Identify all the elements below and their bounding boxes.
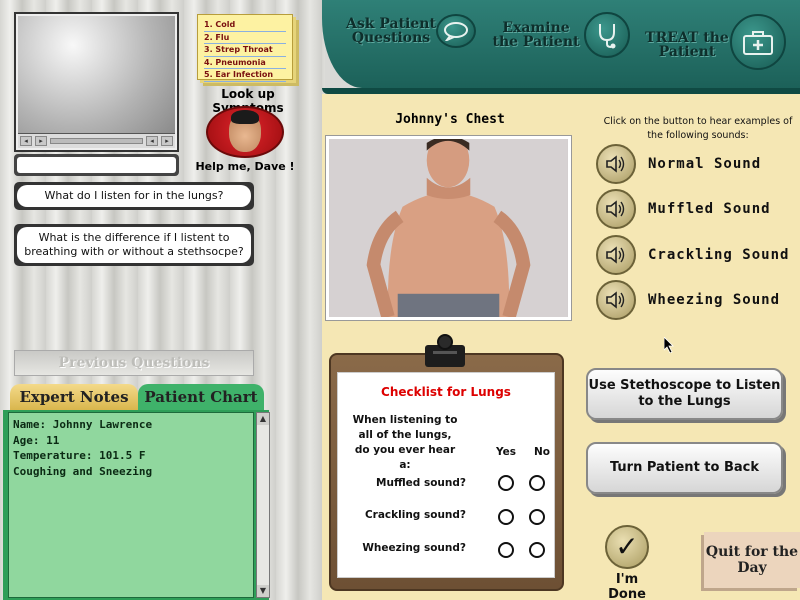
examine-patient-label: Examine the Patient [492,20,580,50]
speaker-icon[interactable] [596,235,636,275]
checklist-title: Checklist for Lungs [381,385,511,399]
sound-label: Crackling Sound [648,247,790,263]
notes-scrollbar[interactable]: ▲ ▼ [256,412,270,598]
crackling-yes-radio[interactable] [498,509,514,525]
checklist-item-wheezing: Wheezing sound? [362,542,466,554]
help-dave-label[interactable]: Help me, Dave ! [190,160,300,173]
symptom-item: 1. Cold [204,19,286,32]
scroll-up-icon[interactable]: ▲ [257,413,269,425]
wheezing-sound-button[interactable]: Wheezing Sound [596,280,780,320]
question-text-2: What is the difference if I listent to b… [17,227,251,263]
patient-chest-photo [326,136,571,320]
muffled-sound-button[interactable]: Muffled Sound [596,189,771,229]
tab-patient-chart[interactable]: Patient Chart [138,384,264,410]
done-button[interactable]: ✓ I'm Done [596,525,658,600]
ask-questions-label: Ask Patient Questions [346,16,436,46]
checklist-paper: Checklist for Lungs When listening to al… [337,372,555,578]
notes-body: Name: Johnny Lawrence Age: 11 Temperatur… [3,410,270,600]
crackling-no-radio[interactable] [529,509,545,525]
no-column-label: No [534,446,551,458]
symptoms-notepad[interactable]: 1. Cold 2. Flu 3. Strep Throat 4. Pneumo… [197,14,293,82]
checklist-item-muffled: Muffled sound? [376,477,466,489]
checklist-question: When listening to all of the lungs, do y… [352,414,458,471]
speaker-icon[interactable] [596,280,636,320]
speaker-icon[interactable] [596,144,636,184]
mouse-cursor-icon [664,337,674,353]
chart-line: Age: 11 [13,433,60,447]
quit-button[interactable]: Quit for the Day [704,532,800,588]
use-stethoscope-button[interactable]: Use Stethoscope to Listen to the Lungs [586,368,783,420]
step-back-icon[interactable]: ◂ [146,136,158,146]
treat-patient-button[interactable]: TREAT the Patient [644,14,786,70]
video-progress-track[interactable] [50,138,143,144]
done-label: I'm Done [608,572,646,600]
crackling-sound-button[interactable]: Crackling Sound [596,235,789,275]
sound-label: Muffled Sound [648,201,771,217]
sound-label: Wheezing Sound [648,292,781,308]
chart-line: Name: Johnny Lawrence [13,418,153,431]
sound-label: Normal Sound [648,156,762,172]
medical-kit-icon [730,14,786,70]
video-screen [18,16,175,134]
examine-patient-button[interactable]: Examine the Patient [488,12,630,58]
dave-avatar [229,110,261,152]
treat-patient-label: TREAT the Patient [645,30,729,60]
muffled-no-radio[interactable] [529,475,545,491]
symptom-item: 2. Flu [204,32,286,44]
scroll-down-icon[interactable]: ▼ [257,585,269,597]
play-icon[interactable]: ▸ [35,136,47,146]
video-controls[interactable]: ◂ ▸ ◂ ▸ [18,134,175,148]
wheezing-no-radio[interactable] [529,542,545,558]
chest-title: Johnny's Chest [395,112,505,127]
speech-bubble-icon [436,14,476,48]
step-forward-icon[interactable]: ▸ [161,136,173,146]
ask-questions-button[interactable]: Ask Patient Questions [346,14,476,48]
question-button-1[interactable]: What do I listen for in the lungs? [14,182,254,210]
yes-column-label: Yes [496,446,517,458]
symptom-item: 3. Strep Throat [204,44,286,57]
symptom-item: 5. Ear Infection [204,69,286,82]
checklist-item-crackling: Crackling sound? [364,509,466,521]
clipboard-clip-icon [425,334,465,367]
chart-line: Temperature: 101.5 F [13,449,146,462]
question-text-1: What do I listen for in the lungs? [17,185,251,207]
muffled-yes-radio[interactable] [498,475,514,491]
tab-expert-notes[interactable]: Expert Notes [10,384,138,410]
checkmark-icon: ✓ [605,525,649,569]
patient-chart-text: Name: Johnny Lawrence Age: 11 Temperatur… [8,412,254,598]
volume-icon[interactable]: ◂ [20,136,32,146]
wheezing-yes-radio[interactable] [498,542,514,558]
caption-bar [14,154,179,176]
sound-instructions: Click on the button to hear examples of … [603,116,793,141]
normal-sound-button[interactable]: Normal Sound [596,144,761,184]
stethoscope-icon [584,12,630,58]
help-dave-button[interactable] [206,106,284,158]
speaker-icon[interactable] [596,189,636,229]
symptom-item: 4. Pneumonia [204,57,286,69]
previous-questions-button[interactable]: Previous Questions [14,350,254,376]
chart-line: Coughing and Sneezing [13,464,153,478]
notes-panel: Expert Notes Patient Chart Name: Johnny … [0,384,270,600]
question-button-2[interactable]: What is the difference if I listent to b… [14,224,254,266]
turn-patient-button[interactable]: Turn Patient to Back [586,442,783,494]
video-player[interactable]: ◂ ▸ ◂ ▸ [14,12,179,152]
